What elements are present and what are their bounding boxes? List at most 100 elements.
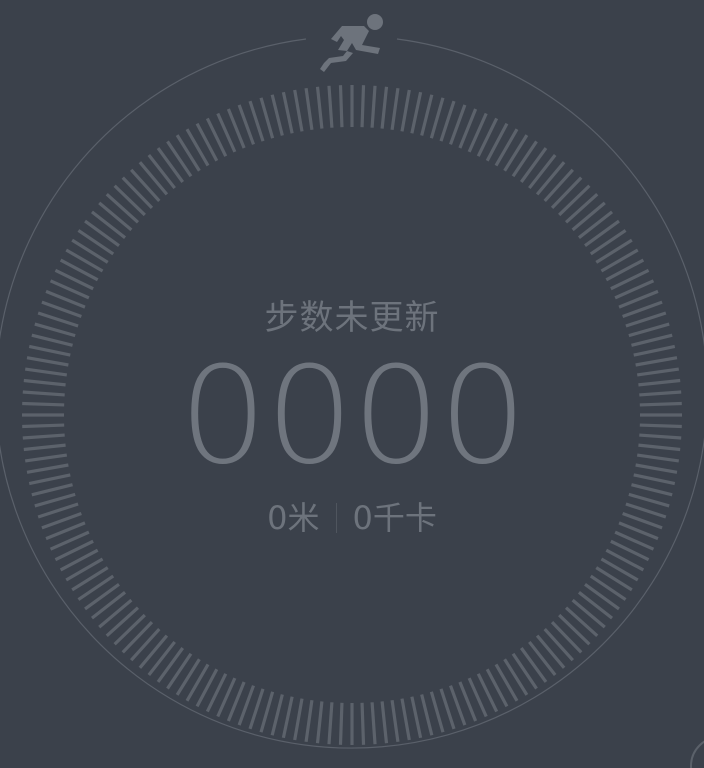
progress-tick (71, 238, 109, 264)
progress-tick (380, 701, 389, 744)
progress-tick (558, 613, 591, 646)
progress-tick (147, 640, 176, 677)
progress-tick (600, 248, 639, 273)
progress-tick (550, 176, 583, 209)
progress-tick (595, 238, 633, 264)
progress-tick (589, 229, 627, 256)
progress-tick (400, 89, 411, 132)
progress-tick (494, 663, 519, 702)
progress-tick (270, 694, 284, 736)
progress-tick (77, 229, 115, 256)
progress-tick (571, 201, 606, 232)
progress-tick (420, 94, 434, 136)
progress-tick (600, 557, 639, 582)
progress-tick (166, 652, 193, 690)
progress-tick (327, 85, 334, 128)
progress-tick (248, 100, 265, 142)
progress-tick (503, 134, 529, 172)
progress-tick (113, 184, 146, 217)
progress-tick (390, 699, 400, 743)
progress-tick (327, 702, 334, 745)
progress-tick (90, 210, 127, 239)
progress-tick (503, 658, 529, 696)
progress-tick (519, 147, 548, 183)
progress-tick (71, 566, 109, 592)
progress-tick (270, 94, 284, 136)
progress-tick (380, 86, 389, 129)
progress-tick (439, 100, 456, 142)
progress-tick (543, 168, 574, 203)
progress-tick (564, 193, 599, 224)
progress-tick (281, 91, 294, 134)
progress-tick (589, 574, 627, 601)
progress-tick (511, 652, 538, 690)
progress-tick (564, 606, 599, 637)
progress-tick (370, 85, 377, 128)
progress-tick (429, 691, 445, 733)
progress-tick (121, 176, 154, 209)
progress-tick (98, 201, 133, 232)
progress-tick (528, 153, 557, 190)
progress-tick (511, 140, 538, 178)
progress-tick (429, 97, 445, 139)
progress-tick (130, 627, 161, 662)
progress-tick (390, 87, 400, 131)
progress-tick (315, 86, 324, 129)
progress-tick (105, 606, 140, 637)
progress-tick (156, 147, 185, 183)
progress-tick (410, 696, 423, 739)
progress-tick (577, 591, 614, 620)
progress-tick (315, 701, 324, 744)
step-counter-screen: 步数未更新 0000 0米 0千卡 (0, 0, 704, 768)
progress-tick (558, 184, 591, 217)
progress-tick (259, 691, 275, 733)
progress-tick (519, 647, 548, 683)
progress-tick (360, 702, 366, 745)
progress-tick (175, 134, 201, 172)
progress-tick (138, 161, 169, 196)
progress-tick (175, 658, 201, 696)
progress-tick (259, 97, 275, 139)
progress-tick (185, 128, 210, 167)
progress-tick (528, 640, 557, 677)
progress-tick (535, 634, 566, 669)
progress-tick (577, 210, 614, 239)
progress-tick (130, 168, 161, 203)
progress-tick (90, 591, 127, 620)
progress-tick (293, 698, 304, 741)
progress-tick (420, 694, 434, 736)
progress-tick (360, 85, 366, 128)
distance-value: 0米 (267, 499, 320, 537)
progress-tick (293, 89, 304, 132)
running-man-icon[interactable] (316, 12, 388, 74)
progress-tick (338, 702, 344, 745)
progress-tick (84, 582, 120, 611)
step-status-text: 步数未更新 (264, 298, 440, 338)
progress-tick (105, 193, 140, 224)
progress-tick (281, 696, 294, 739)
progress-tick (98, 598, 133, 629)
progress-tick (77, 574, 115, 601)
progress-tick (535, 161, 566, 196)
progress-tick (571, 598, 606, 629)
progress-tick (370, 702, 377, 745)
progress-tick (631, 483, 673, 497)
progress-tick (31, 483, 73, 497)
step-count: 0000 (178, 338, 527, 494)
progress-tick (584, 219, 620, 248)
progress-tick (595, 566, 633, 592)
calories-value: 0千卡 (352, 499, 437, 537)
progress-tick (410, 91, 423, 134)
progress-tick (138, 634, 169, 669)
stats-row: 0米 0千卡 (0, 496, 704, 540)
progress-tick (304, 699, 314, 743)
progress-tick (494, 128, 519, 167)
progress-tick (338, 85, 344, 128)
progress-tick (543, 627, 574, 662)
progress-tick (304, 87, 314, 131)
progress-tick (156, 647, 185, 683)
progress-tick (550, 621, 583, 654)
progress-tick (400, 698, 411, 741)
progress-tick (147, 153, 176, 190)
progress-tick (166, 140, 193, 178)
